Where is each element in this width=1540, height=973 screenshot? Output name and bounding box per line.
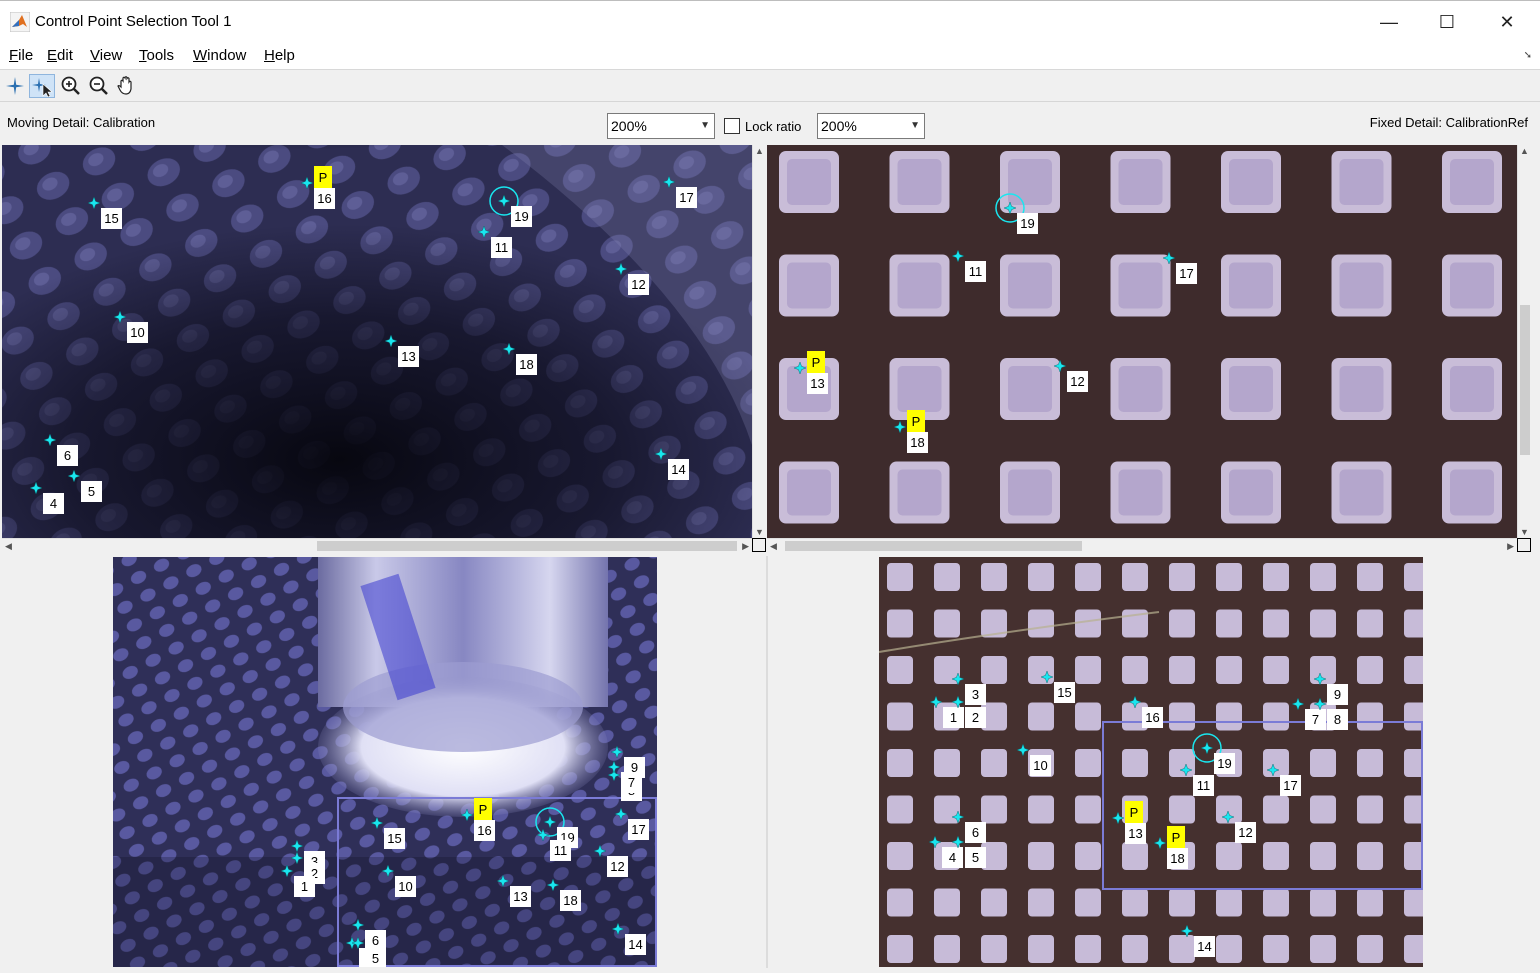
checkbox-box[interactable] — [724, 118, 740, 134]
zoom-out-button[interactable] — [86, 74, 112, 98]
menu-help-label: elp — [274, 47, 295, 64]
menu-window-mnemonic: W — [193, 47, 208, 64]
scroll-corner — [752, 538, 766, 552]
dock-arrow-icon[interactable]: ➘ — [1524, 50, 1532, 61]
scroll-up-icon[interactable]: ▲ — [755, 146, 764, 156]
fixed-zoom-select[interactable]: 200% ▼ — [817, 113, 925, 139]
menu-file-mnemonic: F — [9, 47, 19, 64]
fixed-detail-label: Fixed Detail: CalibrationRef — [1369, 115, 1528, 130]
scroll-thumb[interactable] — [317, 541, 737, 551]
close-button[interactable]: ✕ — [1492, 9, 1522, 35]
select-move-point-button[interactable] — [29, 74, 55, 98]
menu-view[interactable]: View — [90, 47, 122, 64]
menu-help[interactable]: Help — [264, 47, 295, 64]
scroll-right-icon[interactable]: ▶ — [1507, 541, 1514, 552]
pan-hand-icon — [117, 76, 132, 95]
chevron-down-icon: ▼ — [700, 120, 710, 131]
menu-edit-mnemonic: E — [47, 47, 58, 64]
menu-tools-mnemonic: T — [139, 47, 147, 64]
pane-divider — [766, 556, 768, 968]
zoom-in-icon — [61, 76, 80, 95]
scroll-right-icon[interactable]: ▶ — [742, 541, 749, 552]
moving-zoom-value: 200% — [611, 118, 647, 134]
scroll-down-icon[interactable]: ▼ — [1520, 527, 1529, 537]
scroll-down-icon[interactable]: ▼ — [755, 527, 764, 537]
fixed-zoom-value: 200% — [821, 118, 857, 134]
add-point-button[interactable] — [2, 74, 28, 98]
menu-bar: File Edit View Tools Window Help ➘ — [0, 42, 1540, 70]
lock-ratio-label: Lock ratio — [745, 119, 802, 134]
moving-detail-image[interactable] — [2, 145, 752, 538]
title-bar: Control Point Selection Tool 1 — ☐ ✕ — [0, 0, 1540, 42]
matlab-logo-icon — [10, 12, 30, 32]
menu-tools-label: ools — [146, 47, 175, 64]
toolbar — [0, 70, 1540, 102]
moving-zoom-select[interactable]: 200% ▼ — [607, 113, 715, 139]
menu-file-label: ile — [18, 47, 34, 64]
menu-edit-label: dit — [57, 47, 73, 64]
zoom-out-icon — [89, 76, 108, 95]
menu-window-label: indow — [207, 47, 247, 64]
menu-tools[interactable]: Tools — [139, 47, 174, 64]
scroll-thumb[interactable] — [785, 541, 1082, 551]
scroll-left-icon[interactable]: ◀ — [5, 541, 12, 552]
scroll-thumb[interactable] — [1520, 305, 1530, 455]
scroll-corner — [1517, 538, 1531, 552]
pan-button[interactable] — [114, 74, 140, 98]
detail-bar: Moving Detail: Calibration 200% ▼ Lock r… — [0, 103, 1540, 145]
menu-view-label: iew — [99, 47, 123, 64]
menu-view-mnemonic: V — [90, 47, 100, 64]
fixed-overview-image[interactable] — [879, 557, 1423, 967]
scroll-up-icon[interactable]: ▲ — [1520, 146, 1529, 156]
fixed-detail-vscroll[interactable]: ▲ ▼ — [1517, 145, 1531, 538]
zoom-in-button[interactable] — [58, 74, 84, 98]
menu-edit[interactable]: Edit — [47, 47, 73, 64]
moving-detail-hscroll[interactable]: ◀ ▶ — [2, 538, 752, 553]
menu-help-mnemonic: H — [264, 47, 275, 64]
scroll-left-icon[interactable]: ◀ — [770, 541, 777, 552]
moving-detail-vscroll[interactable]: ▲ ▼ — [752, 145, 766, 538]
select-move-point-icon — [32, 78, 53, 98]
menu-window[interactable]: Window — [193, 47, 246, 64]
menu-file[interactable]: File — [9, 47, 33, 64]
window-title: Control Point Selection Tool 1 — [35, 13, 232, 30]
maximize-button[interactable]: ☐ — [1432, 9, 1462, 35]
moving-overview-image[interactable] — [113, 557, 657, 967]
fixed-detail-hscroll[interactable]: ◀ ▶ — [767, 538, 1517, 553]
moving-detail-label: Moving Detail: Calibration — [7, 115, 156, 130]
chevron-down-icon: ▼ — [910, 120, 920, 131]
add-point-icon — [6, 77, 24, 95]
fixed-detail-image[interactable] — [767, 145, 1517, 538]
minimize-button[interactable]: — — [1374, 9, 1404, 35]
